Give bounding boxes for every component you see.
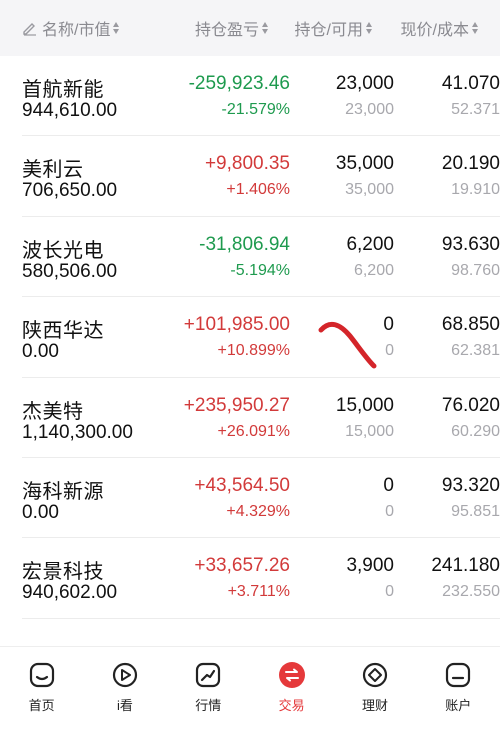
position-pl-percent: +1.406% — [226, 181, 290, 199]
holding-row[interactable]: 海科新源 0.00 +43,564.50 +4.329% 0 0 93.320 … — [22, 458, 500, 539]
tab-trade[interactable]: 交易 — [252, 661, 332, 714]
price-column-label: 现价/成本 — [400, 22, 469, 39]
current-price: 241.180 — [431, 555, 500, 577]
market-value: 0.00 — [22, 341, 59, 363]
current-price: 68.850 — [441, 314, 500, 336]
available-quantity: 0 — [385, 502, 394, 520]
cost-price: 62.381 — [451, 342, 500, 360]
position-column-label: 持仓/可用 — [294, 22, 363, 39]
position-quantity: 0 — [383, 474, 394, 496]
holdings-list: 首航新能 944,610.00 -259,923.46 -21.579% 23,… — [0, 56, 500, 619]
tab-watch[interactable]: i看 — [85, 661, 165, 714]
tab-label: i看 — [117, 698, 133, 713]
current-price: 76.020 — [441, 394, 500, 416]
position-quantity: 3,900 — [346, 555, 394, 577]
position-pl-percent: +4.329% — [226, 502, 290, 520]
sort-icon — [113, 22, 120, 34]
holding-row[interactable]: 美利云 706,650.00 +9,800.35 +1.406% 35,000 … — [22, 136, 500, 217]
tab-market[interactable]: 行情 — [168, 661, 248, 714]
cost-price: 60.290 — [451, 422, 500, 440]
tab-label: 行情 — [195, 698, 222, 713]
cost-price: 232.550 — [442, 583, 500, 601]
market-value: 580,506.00 — [22, 260, 118, 282]
tab-account[interactable]: 账户 — [418, 661, 498, 714]
tab-home[interactable]: 首页 — [2, 661, 82, 714]
stock-name: 陕西华达 — [22, 320, 104, 343]
position-pl-percent: +26.091% — [217, 422, 290, 440]
stock-name: 美利云 — [22, 159, 84, 182]
sort-by-pl-header[interactable]: 持仓盈亏 — [195, 0, 268, 56]
position-quantity: 15,000 — [335, 394, 394, 416]
available-quantity: 0 — [385, 583, 394, 601]
position-quantity: 23,000 — [335, 73, 394, 94]
current-price: 93.320 — [441, 474, 500, 496]
tab-label: 首页 — [28, 698, 55, 713]
sort-icon — [262, 22, 268, 34]
available-quantity: 6,200 — [353, 261, 394, 279]
stock-name: 宏景科技 — [22, 561, 104, 584]
sort-by-position-header[interactable]: 持仓/可用 — [295, 0, 372, 56]
market-value: 940,602.00 — [22, 582, 118, 604]
wealth-icon — [361, 661, 389, 689]
stock-name: 杰美特 — [22, 400, 84, 423]
holding-row[interactable]: 波长光电 580,506.00 -31,806.94 -5.194% 6,200… — [22, 217, 500, 298]
holding-row[interactable]: 陕西华达 0.00 +101,985.00 +10.899% 0 0 68.85… — [22, 297, 500, 378]
cost-price: 52.371 — [451, 101, 500, 118]
trade-icon — [278, 661, 306, 689]
position-pl-percent: +10.899% — [217, 342, 290, 360]
position-pl: -31,806.94 — [199, 233, 290, 255]
position-pl: -259,923.46 — [188, 73, 290, 94]
available-quantity: 15,000 — [345, 422, 394, 440]
holding-row[interactable]: 宏景科技 940,602.00 +33,657.26 +3.711% 3,900… — [22, 538, 500, 619]
sort-by-price-header[interactable]: 现价/成本 — [401, 0, 478, 56]
position-pl: +101,985.00 — [183, 314, 290, 336]
stock-name: 首航新能 — [22, 79, 104, 101]
tab-label: 交易 — [278, 698, 305, 713]
watch-icon — [111, 661, 139, 689]
stock-name: 波长光电 — [22, 239, 104, 262]
available-quantity: 23,000 — [345, 101, 394, 118]
available-quantity: 0 — [385, 342, 394, 360]
position-pl-percent: -5.194% — [230, 261, 290, 279]
column-header-bar: 名称/市值 持仓盈亏 持仓/可用 现价/成本 — [0, 0, 500, 56]
market-value: 944,610.00 — [22, 100, 118, 121]
tab-label: 理财 — [361, 698, 388, 713]
sort-by-name-header[interactable]: 名称/市值 — [22, 0, 120, 56]
position-pl: +9,800.35 — [204, 153, 290, 175]
bottom-tab-bar: 首页 i看 行情 交易 理财 账户 — [0, 646, 500, 746]
available-quantity: 35,000 — [345, 181, 394, 199]
position-quantity: 6,200 — [346, 233, 394, 255]
current-price: 20.190 — [441, 153, 500, 175]
cost-price: 95.851 — [451, 502, 500, 520]
position-quantity: 0 — [383, 314, 394, 336]
current-price: 41.070 — [441, 73, 500, 94]
home-icon — [28, 661, 56, 689]
position-quantity: 35,000 — [335, 153, 394, 175]
position-pl-percent: -21.579% — [221, 101, 291, 118]
position-pl: +43,564.50 — [194, 474, 290, 496]
position-pl-percent: +3.711% — [227, 583, 290, 601]
holding-row[interactable]: 杰美特 1,140,300.00 +235,950.27 +26.091% 15… — [22, 378, 500, 458]
tab-wealth[interactable]: 理财 — [335, 661, 415, 714]
market-value: 706,650.00 — [22, 180, 118, 202]
position-pl: +33,657.26 — [194, 555, 290, 577]
edit-icon[interactable] — [22, 20, 38, 36]
position-pl: +235,950.27 — [183, 394, 290, 416]
pl-column-label: 持仓盈亏 — [194, 22, 259, 39]
current-price: 93.630 — [441, 233, 500, 255]
market-chart-icon — [194, 661, 222, 689]
market-value: 1,140,300.00 — [22, 421, 133, 443]
holding-row[interactable]: 首航新能 944,610.00 -259,923.46 -21.579% 23,… — [22, 56, 500, 137]
stock-name: 海科新源 — [22, 480, 104, 503]
market-value: 0.00 — [22, 501, 59, 523]
cost-price: 98.760 — [451, 261, 500, 279]
sort-icon — [366, 22, 372, 34]
sort-icon — [472, 22, 478, 34]
name-column-label: 名称/市值 — [42, 22, 111, 39]
account-icon — [444, 661, 472, 689]
tab-label: 账户 — [445, 698, 472, 713]
cost-price: 19.910 — [451, 181, 500, 199]
